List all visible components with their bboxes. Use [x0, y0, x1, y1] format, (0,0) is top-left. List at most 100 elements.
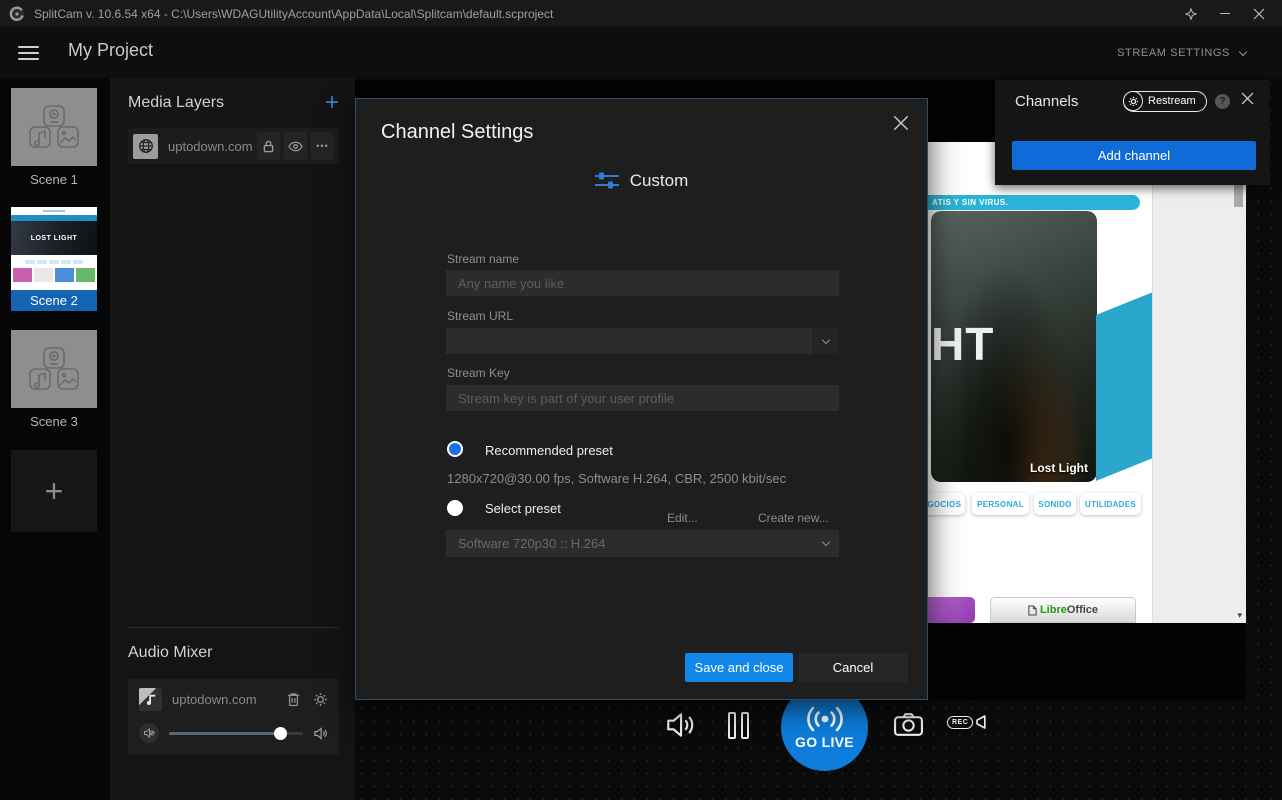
- speaker-icon: [664, 709, 696, 741]
- eye-icon: [288, 141, 303, 152]
- scene-3[interactable]: Scene 3: [11, 330, 97, 429]
- stream-url-input[interactable]: [446, 328, 812, 354]
- libreoffice-brand-green: Libre: [1040, 604, 1067, 616]
- thumb-tiles-row: [11, 268, 97, 282]
- menu-button[interactable]: [18, 46, 39, 60]
- scene-2[interactable]: LOST LIGHT Scene 2: [11, 207, 97, 311]
- recommended-preset-radio[interactable]: [447, 441, 463, 457]
- media-layers-panel: Media Layers + uptodown.com ••• Audio Mi…: [110, 78, 355, 800]
- pause-icon: [728, 712, 736, 739]
- channels-title: Channels: [1015, 93, 1078, 110]
- close-icon: [1241, 92, 1254, 105]
- help-button[interactable]: ?: [1215, 94, 1230, 109]
- scenes-sidebar: Scene 1 LOST LIGHT Scene 2 Scen: [0, 78, 110, 800]
- stream-key-input[interactable]: [446, 385, 839, 411]
- scene-1-label: Scene 1: [11, 172, 97, 187]
- save-and-close-button[interactable]: Save and close: [685, 653, 793, 682]
- select-preset-radio[interactable]: [447, 500, 463, 516]
- layer-more-button[interactable]: •••: [311, 132, 334, 160]
- audio-source-name: uptodown.com: [172, 692, 287, 707]
- restream-logo-icon: [1123, 91, 1143, 111]
- pause-button[interactable]: [728, 712, 749, 739]
- stream-url-dropdown-button[interactable]: [812, 328, 839, 354]
- scene-2-thumbnail[interactable]: LOST LIGHT: [11, 207, 97, 290]
- webpage-banner: ATIS Y SIN VIRUS.: [928, 195, 1140, 210]
- preset-select-value: Software 720p30 :: H.264: [446, 536, 812, 551]
- chevron-down-icon: [821, 335, 829, 343]
- volume-slider[interactable]: [169, 732, 303, 735]
- scene-2-label: Scene 2: [11, 290, 97, 311]
- minimize-icon: [1220, 13, 1230, 14]
- record-camera-icon: [974, 714, 986, 730]
- audio-source-icon: [139, 688, 162, 711]
- rec-label: REC: [947, 716, 973, 729]
- thumb-chip-row: [11, 255, 97, 268]
- volume-max-icon: [313, 726, 328, 741]
- channel-settings-modal: Channel Settings Custom Stream name Stre…: [355, 98, 928, 700]
- layer-visibility-button[interactable]: [284, 132, 307, 160]
- stream-settings-label: STREAM SETTINGS: [1117, 47, 1230, 59]
- master-volume-button[interactable]: [664, 709, 696, 746]
- go-live-label: GO LIVE: [795, 734, 854, 750]
- minimize-button[interactable]: [1208, 0, 1242, 27]
- modal-title: Channel Settings: [381, 121, 533, 144]
- titlebar: SplitCam v. 10.6.54 x64 - C:\Users\WDAGU…: [0, 0, 1282, 27]
- globe-icon: [133, 134, 158, 159]
- channel-type-row: Custom: [356, 171, 927, 191]
- document-icon: [1028, 605, 1037, 616]
- record-button[interactable]: REC: [947, 714, 986, 730]
- webpage-side-area: ▾: [1152, 142, 1246, 623]
- audio-mixer-item: uptodown.com: [128, 679, 339, 755]
- close-icon: [893, 115, 909, 131]
- close-window-button[interactable]: [1242, 0, 1276, 27]
- modal-close-button[interactable]: [889, 111, 913, 140]
- layer-row-uptodown[interactable]: uptodown.com •••: [128, 128, 339, 164]
- stream-url-label: Stream URL: [447, 309, 513, 323]
- preset-select[interactable]: Software 720p30 :: H.264: [446, 530, 839, 557]
- game-caption: Lost Light: [1030, 461, 1088, 475]
- stream-url-field: [446, 328, 839, 354]
- app-header: My Project STREAM SETTINGS: [0, 27, 1282, 78]
- pin-on-top-button[interactable]: [1174, 0, 1208, 27]
- snapshot-button[interactable]: [893, 711, 924, 743]
- recommended-preset-description: 1280x720@30.00 fps, Software H.264, CBR,…: [447, 471, 786, 486]
- mute-button[interactable]: [139, 723, 159, 743]
- splitcam-logo-icon: [9, 6, 25, 22]
- channels-panel: Channels Restream ? Add channel: [995, 80, 1270, 185]
- volume-slider-fill: [169, 732, 280, 735]
- hero-title-fragment: HT: [931, 317, 994, 371]
- scene-3-thumbnail[interactable]: [11, 330, 97, 408]
- stream-settings-dropdown[interactable]: STREAM SETTINGS: [1117, 47, 1246, 59]
- delete-audio-button[interactable]: [287, 692, 300, 707]
- create-preset-link[interactable]: Create new...: [758, 511, 829, 525]
- game-hero-image: HT Lost Light: [931, 211, 1097, 482]
- restream-button[interactable]: Restream: [1123, 91, 1207, 112]
- channels-close-button[interactable]: [1241, 92, 1254, 110]
- scene-1[interactable]: Scene 1: [11, 88, 97, 187]
- window-title: SplitCam v. 10.6.54 x64 - C:\Users\WDAGU…: [34, 7, 553, 21]
- scene-1-thumbnail[interactable]: [11, 88, 97, 166]
- media-placeholder-icon: [28, 105, 80, 149]
- lock-icon: [263, 140, 274, 153]
- audio-settings-button[interactable]: [313, 692, 328, 707]
- add-scene-button[interactable]: +: [11, 450, 97, 532]
- edit-preset-link[interactable]: Edit...: [667, 511, 698, 525]
- layer-lock-button[interactable]: [257, 132, 280, 160]
- audio-mixer-title: Audio Mixer: [128, 644, 212, 662]
- add-channel-button[interactable]: Add channel: [1012, 141, 1256, 170]
- stream-name-label: Stream name: [447, 252, 519, 266]
- add-layer-button[interactable]: +: [325, 93, 339, 113]
- thumb-game-banner: LOST LIGHT: [11, 221, 97, 255]
- close-icon: [1253, 8, 1265, 20]
- category-chip: EGOCIOS: [928, 493, 965, 515]
- category-chip: UTILIDADES: [1080, 493, 1141, 515]
- volume-slider-knob[interactable]: [274, 727, 287, 740]
- thumb-webpage-header: [11, 207, 97, 215]
- libreoffice-brand-rest: Office: [1067, 604, 1098, 616]
- cancel-button[interactable]: Cancel: [798, 653, 908, 682]
- plus-icon: +: [45, 473, 64, 510]
- media-placeholder-icon: [28, 347, 80, 391]
- layer-name: uptodown.com: [168, 139, 253, 154]
- app-tile-graphic: [928, 597, 975, 623]
- stream-name-input[interactable]: [446, 270, 839, 296]
